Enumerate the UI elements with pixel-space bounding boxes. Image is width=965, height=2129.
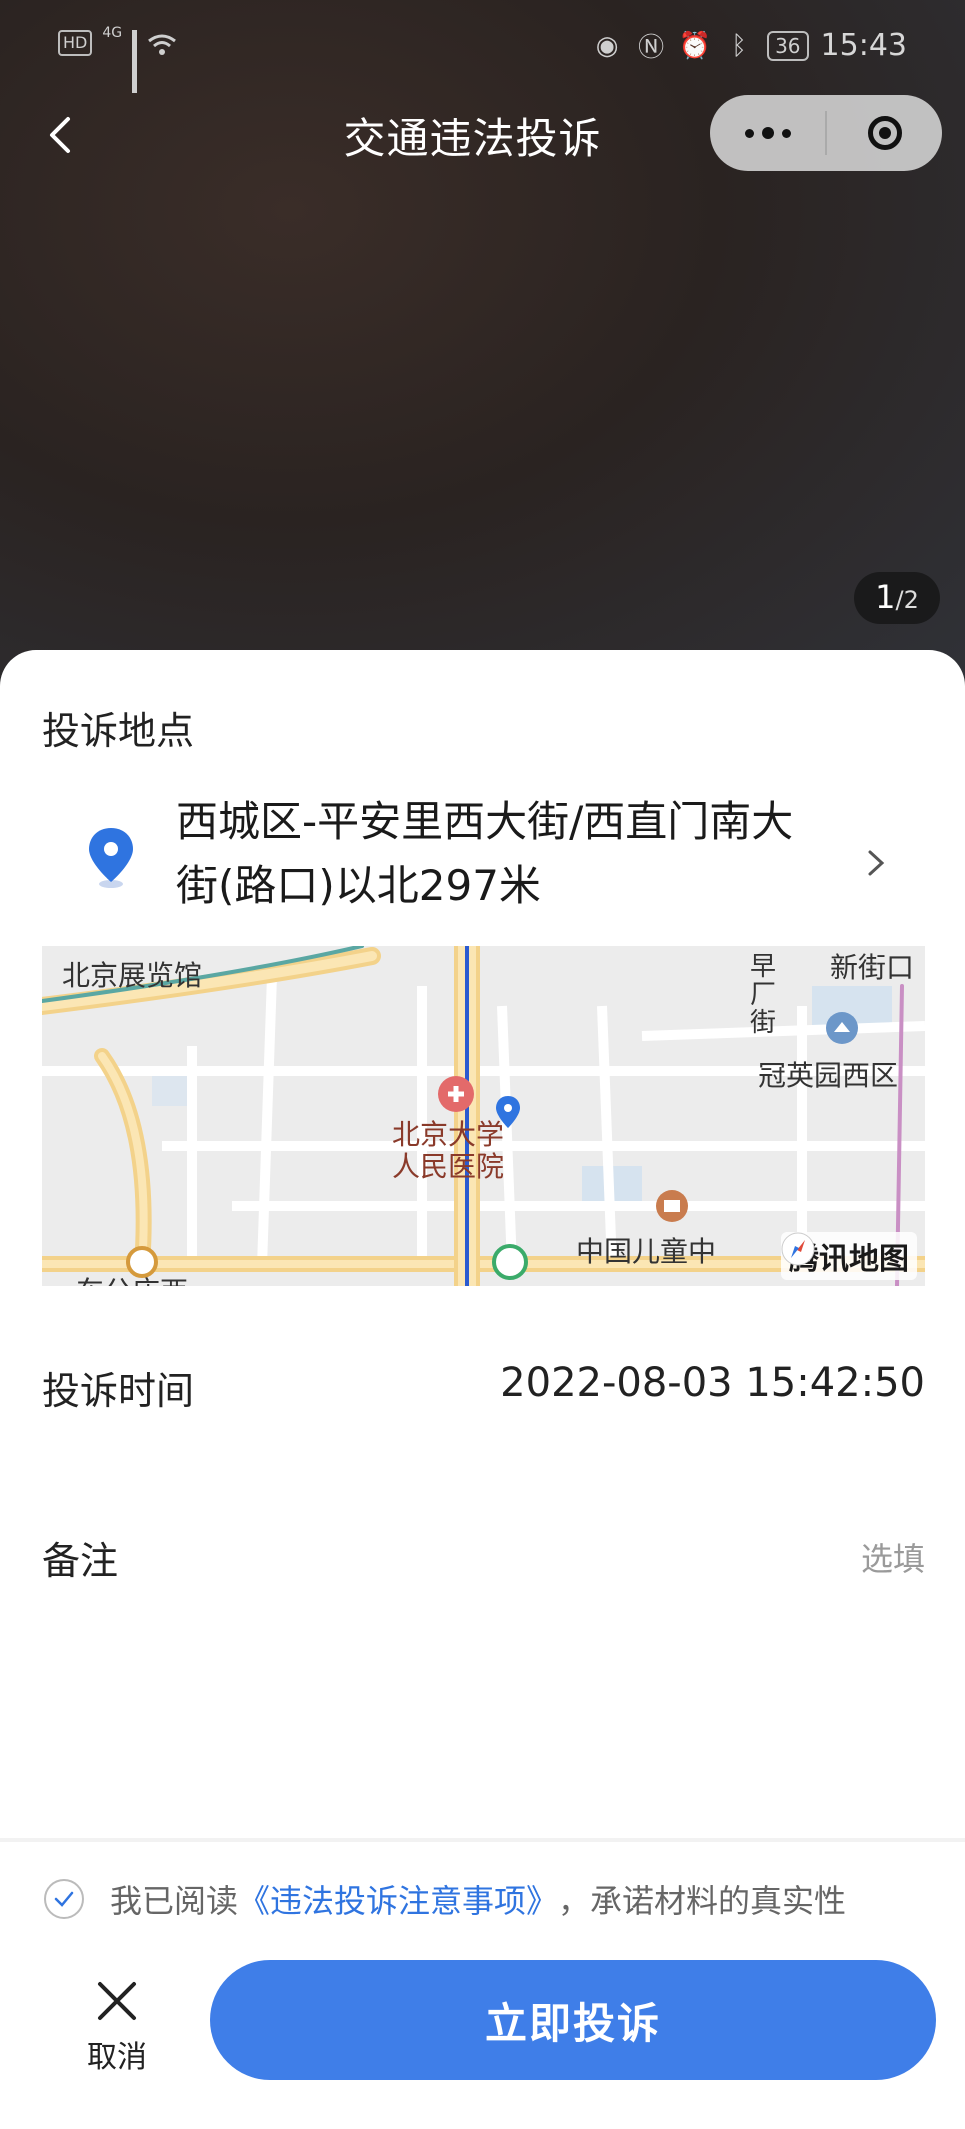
close-miniprogram-button[interactable] [827, 95, 942, 171]
location-selector[interactable]: 西城区-平安里西大街/西直门南大街(路口)以北297米 [0, 790, 965, 940]
map-brand: 腾讯地图 [781, 1232, 917, 1280]
agreement-checkbox[interactable] [44, 1879, 84, 1919]
more-dot-icon [744, 128, 754, 138]
eye-icon: ◉ [595, 30, 619, 61]
bluetooth-icon: ᛒ [731, 30, 747, 61]
map-label-hospital-line1: 北京大学 [392, 1118, 505, 1151]
location-address: 西城区-平安里西大街/西直门南大街(路口)以北297米 [176, 797, 794, 910]
location-pin-icon [89, 828, 133, 888]
navigation-bar: 交通违法投诉 [0, 95, 965, 175]
map-label-xinjiekou: 新街口 [830, 951, 915, 984]
note-row[interactable]: 备注 选填 [42, 1530, 925, 1590]
map-label-exhibition: 北京展览馆 [62, 959, 203, 992]
hd-badge: HD [58, 30, 93, 56]
location-section-label: 投诉地点 [42, 709, 195, 753]
bottom-divider [0, 1838, 965, 1842]
target-icon [867, 116, 902, 150]
complaint-time-label: 投诉时间 [42, 1369, 195, 1413]
network-type: 4G [102, 25, 123, 41]
agreement-row: 我已阅读 《违法投诉注意事项》 ，承诺材料的真实性 [44, 1874, 944, 1924]
clock: 15:43 [820, 28, 907, 63]
close-icon [98, 1982, 136, 2020]
complaint-time-row: 投诉时间 2022-08-03 15:42:50 [42, 1360, 925, 1420]
cancel-button[interactable]: 取消 [62, 1978, 172, 2088]
agreement-suffix: ，承诺材料的真实性 [558, 1882, 847, 1920]
complaint-time-value: 2022-08-03 15:42:50 [500, 1360, 925, 1406]
location-map[interactable]: 北京展览馆 新街口 早 厂 街 冠英园西区 北京大学 人民医院 中国儿童中 车公… [42, 946, 925, 1286]
battery-icon: 36 [767, 30, 809, 61]
current-page: 1 [875, 578, 896, 616]
photo-page-indicator: 1 /2 [854, 572, 940, 624]
note-label: 备注 [42, 1539, 119, 1583]
alarm-icon: ⏰ [678, 30, 712, 61]
agreement-prefix: 我已阅读 [110, 1882, 239, 1920]
chevron-right-icon [868, 850, 885, 876]
signal-icon [132, 30, 138, 93]
more-dot-icon [761, 127, 774, 139]
map-label-zaochang-3: 街 [750, 1008, 777, 1038]
total-pages: /2 [895, 586, 919, 614]
more-dot-icon [781, 128, 791, 138]
map-label-guanyingyuan: 冠英园西区 [758, 1059, 899, 1092]
miniprogram-capsule [710, 95, 942, 171]
nfc-icon: Ⓝ [638, 33, 665, 63]
compass-icon [781, 1232, 815, 1266]
more-button[interactable] [710, 95, 825, 171]
submit-complaint-button[interactable]: 立即投诉 [210, 1960, 936, 2080]
note-input[interactable]: 选填 [861, 1534, 925, 1580]
map-label-children: 中国儿童中 [576, 1235, 717, 1268]
agreement-link[interactable]: 《违法投诉注意事项》 [238, 1876, 558, 1922]
complaint-photo[interactable]: HD 4G ◉ Ⓝ ⏰ ᛒ 36 15:43 交通违法投诉 1 /2 [0, 0, 965, 700]
check-icon [54, 1891, 74, 1907]
cancel-label: 取消 [87, 2040, 147, 2075]
wifi-icon [147, 31, 177, 55]
map-label-hospital-line2: 人民医院 [392, 1150, 505, 1183]
map-label-cut: 车公庄西 [76, 1270, 188, 1286]
status-bar: HD 4G ◉ Ⓝ ⏰ ᛒ 36 15:43 [0, 0, 965, 93]
